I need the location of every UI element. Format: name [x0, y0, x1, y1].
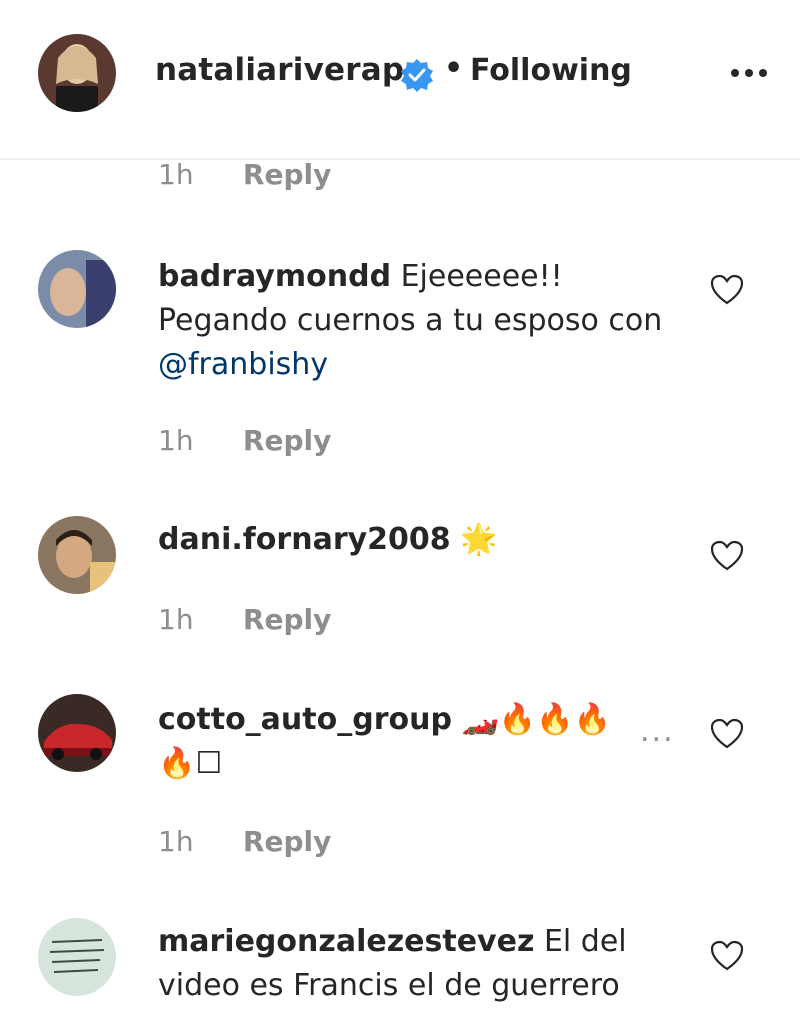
commenter-username[interactable]: badraymondd: [158, 259, 391, 294]
previous-comment-meta: 1h Reply: [158, 158, 331, 191]
comment-meta: 1h Reply: [158, 825, 331, 858]
reply-button[interactable]: Reply: [243, 424, 331, 457]
author-avatar[interactable]: [38, 34, 116, 112]
comment-text: 🏎️🔥🔥🔥: [461, 702, 611, 737]
comment-body: badraymondd Ejeeeeee!! Pegando cuernos a…: [158, 255, 678, 387]
comment-timestamp: 1h: [158, 424, 194, 457]
heart-outline-icon[interactable]: [710, 940, 744, 972]
comment-text-continued: Pegando cuernos a tu esposo con: [158, 303, 663, 338]
commenter-avatar[interactable]: [38, 516, 116, 594]
commenter-avatar[interactable]: [38, 918, 116, 996]
following-button[interactable]: Following: [470, 53, 632, 88]
comment-timestamp: 1h: [158, 603, 194, 636]
author-username[interactable]: nataliariverapr: [155, 52, 420, 88]
header-separator: •: [444, 51, 464, 86]
mention-link[interactable]: @franbishy: [158, 347, 328, 382]
comment-meta: 1h Reply: [158, 424, 331, 457]
heart-outline-icon[interactable]: [710, 274, 744, 306]
comment-body: mariegonzalezestevez El del video es Fra…: [158, 920, 678, 1008]
comment-text-continued: 🔥☐: [158, 746, 223, 781]
commenter-username[interactable]: mariegonzalezestevez: [158, 924, 534, 959]
commenter-username[interactable]: cotto_auto_group: [158, 702, 452, 737]
comment-body: dani.fornary2008 🌟: [158, 518, 678, 562]
comment-timestamp: 1h: [158, 825, 194, 858]
commenter-username[interactable]: dani.fornary2008: [158, 522, 451, 557]
comment-timestamp: 1h: [158, 158, 194, 191]
reply-button[interactable]: Reply: [243, 158, 331, 191]
heart-outline-icon[interactable]: [710, 718, 744, 750]
comment-text: 🌟: [460, 522, 498, 557]
more-options-icon[interactable]: [728, 58, 770, 88]
comment-text: Ejeeeeee!!: [400, 259, 563, 294]
commenter-avatar[interactable]: [38, 694, 116, 772]
heart-outline-icon[interactable]: [710, 540, 744, 572]
reply-button[interactable]: Reply: [243, 825, 331, 858]
comment-meta: 1h Reply: [158, 603, 331, 636]
reply-button[interactable]: Reply: [243, 603, 331, 636]
more-text-button[interactable]: ...: [640, 714, 675, 749]
commenter-avatar[interactable]: [38, 250, 116, 328]
comment-body: cotto_auto_group 🏎️🔥🔥🔥 🔥☐: [158, 698, 638, 786]
verified-badge-icon: [401, 59, 433, 92]
post-header: nataliariverapr • Following: [0, 0, 800, 160]
